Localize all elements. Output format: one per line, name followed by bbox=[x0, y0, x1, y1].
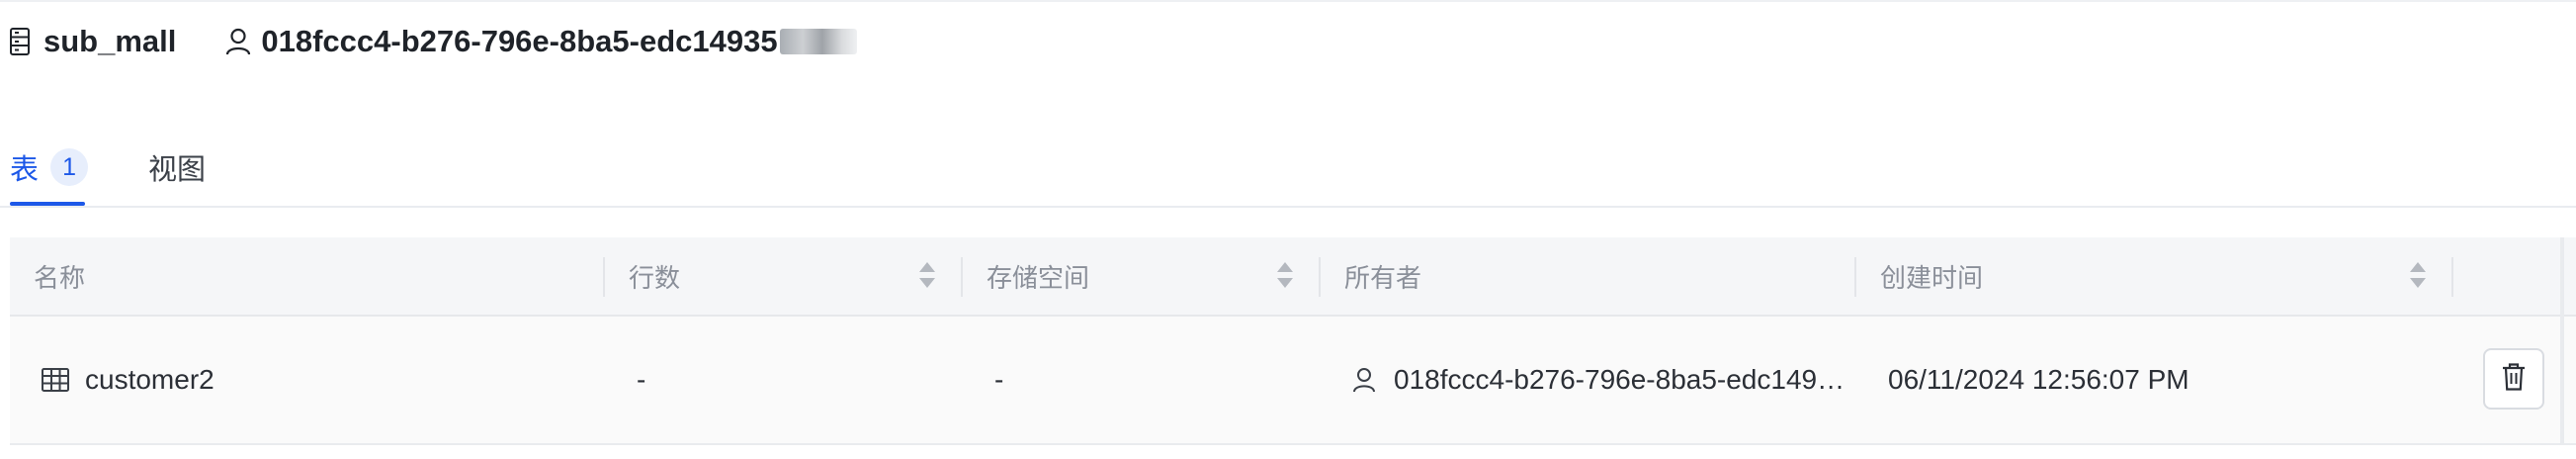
cell-created: 06/11/2024 12:56:07 PM bbox=[1888, 364, 2190, 395]
delete-button[interactable] bbox=[2483, 348, 2544, 410]
sort-icon[interactable] bbox=[2410, 260, 2426, 292]
active-tab-indicator bbox=[10, 202, 85, 206]
database-icon bbox=[10, 27, 32, 56]
tables-table: 名称 行数 存储空间 所有者 创建时间 customer2 - - 018fcc… bbox=[10, 237, 2576, 445]
column-header-row-count[interactable]: 行数 bbox=[629, 237, 680, 315]
owner-info: 018fccc4-b276-796e-8ba5-edc14935 bbox=[225, 24, 857, 59]
column-header-created[interactable]: 创建时间 bbox=[1880, 237, 1983, 315]
column-divider bbox=[961, 257, 963, 297]
cell-row-count: - bbox=[637, 364, 646, 395]
table-name[interactable]: customer2 bbox=[85, 364, 215, 396]
column-divider bbox=[2451, 257, 2453, 297]
tab-views[interactable]: 视图 bbox=[148, 138, 206, 196]
table-row[interactable]: customer2 - - 018fccc4-b276-796e-8ba5-ed… bbox=[10, 317, 2576, 445]
table-icon bbox=[42, 367, 71, 393]
cell-owner: 018fccc4-b276-796e-8ba5-edc149… bbox=[1352, 317, 1846, 443]
tab-tables-label: 表 bbox=[10, 154, 40, 186]
redacted-text bbox=[779, 29, 857, 54]
cell-storage: - bbox=[994, 364, 1004, 395]
owner-value: 018fccc4-b276-796e-8ba5-edc149… bbox=[1394, 364, 1846, 395]
user-icon bbox=[1352, 366, 1378, 394]
tab-bar: 表 1 视图 bbox=[0, 129, 2576, 208]
column-divider bbox=[1854, 257, 1856, 297]
tab-tables-count-badge: 1 bbox=[50, 148, 89, 186]
owner-id: 018fccc4-b276-796e-8ba5-edc14935 bbox=[261, 24, 778, 58]
top-divider bbox=[0, 0, 2576, 2]
column-header-storage[interactable]: 存储空间 bbox=[987, 237, 1089, 315]
user-icon bbox=[225, 27, 253, 56]
page-header: sub_mall 018fccc4-b276-796e-8ba5-edc1493… bbox=[10, 20, 857, 63]
cell-name[interactable]: customer2 bbox=[42, 317, 215, 443]
column-divider bbox=[603, 257, 605, 297]
sort-icon[interactable] bbox=[919, 260, 935, 292]
tab-views-label: 视图 bbox=[148, 154, 207, 186]
database-name: sub_mall bbox=[43, 24, 177, 58]
column-header-name: 名称 bbox=[34, 262, 86, 293]
column-divider bbox=[1319, 257, 1321, 297]
tab-tables[interactable]: 表 1 bbox=[10, 138, 89, 196]
sort-icon[interactable] bbox=[1277, 260, 1293, 292]
trash-icon bbox=[2501, 362, 2527, 397]
table-header: 名称 行数 存储空间 所有者 创建时间 bbox=[10, 237, 2576, 317]
table-right-border bbox=[2560, 237, 2564, 443]
column-header-owner: 所有者 bbox=[1344, 262, 1422, 293]
